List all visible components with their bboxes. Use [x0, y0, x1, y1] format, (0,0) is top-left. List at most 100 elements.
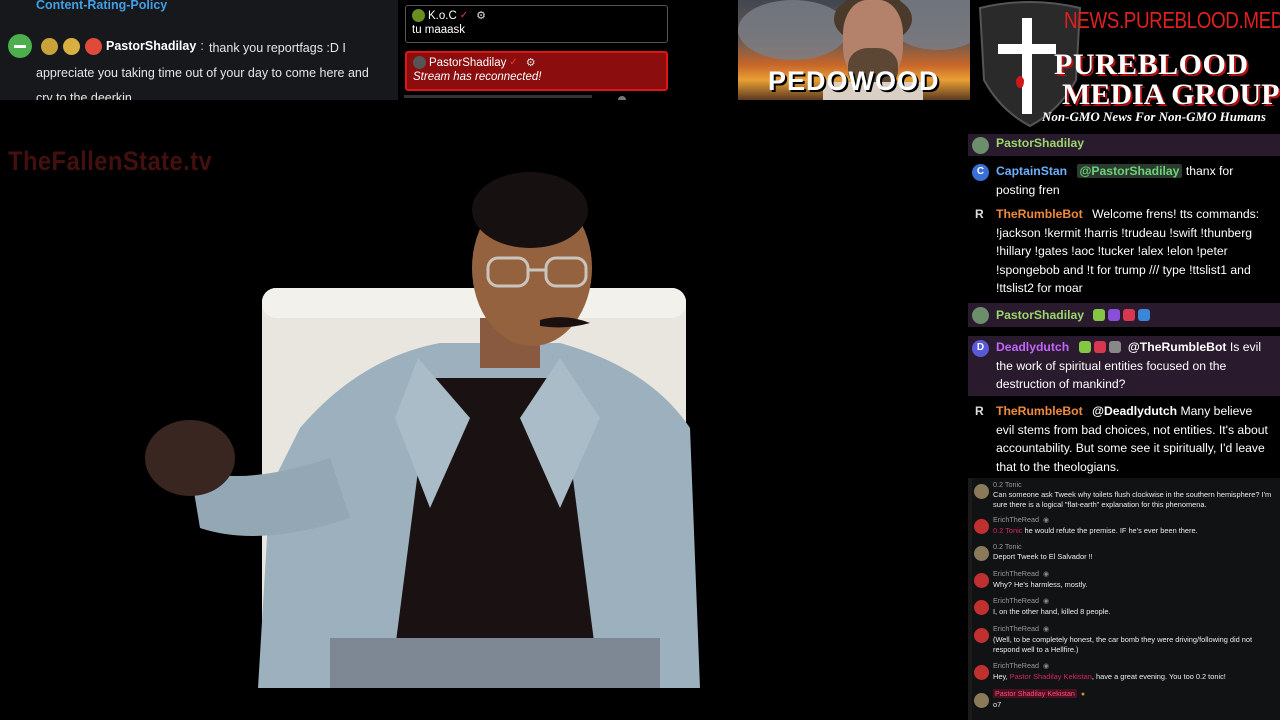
chat-mention[interactable]: @TheRumbleBot: [1128, 340, 1227, 354]
chat-message: ErichTheRead ◉ I, on the other hand, kill…: [968, 596, 1280, 617]
content-rating-policy-link[interactable]: Content-Rating-Policy: [36, 0, 167, 12]
eye-icon: ◉: [1042, 517, 1050, 524]
verified-check-icon: ✓: [509, 57, 518, 68]
user-avatar-icon: [974, 546, 989, 561]
user-avatar-icon: [974, 573, 989, 588]
eye-icon: ◉: [1042, 598, 1050, 605]
brand-banner: NEWS.PUREBLOOD.MEDIA PUREBLOOD MEDIA GRO…: [970, 0, 1280, 128]
user-avatar-icon: D: [972, 340, 989, 357]
chat-message: PastorShadilay: [968, 303, 1280, 327]
rumble-logo-icon: R: [975, 207, 984, 221]
chat-text: , have a great evening. You too 0.2 toni…: [1091, 672, 1226, 681]
notification-text: Stream has reconnected!: [413, 71, 542, 83]
badge-icon: [85, 37, 102, 55]
eye-icon: ◉: [1042, 571, 1050, 578]
overlay-chat-separator: :: [200, 39, 204, 53]
chat-message: 0.2 Tonic Can someone ask Tweek why toil…: [968, 480, 1280, 510]
chat-text: Can someone ask Tweek why toilets flush …: [993, 490, 1272, 509]
eye-icon: ◉: [1042, 626, 1050, 633]
chat-username[interactable]: 0.2 Tonic: [993, 542, 1280, 552]
chat-message: Pastor Shadilay Kekistan ● o7: [968, 689, 1280, 710]
rumble-logo-icon: R: [975, 404, 984, 418]
promo-thumbnail[interactable]: PEDOWOOD: [738, 0, 970, 100]
notification-username: PastorShadilay: [429, 56, 507, 69]
chat-text: (Well, to be completely honest, the car …: [993, 635, 1253, 654]
badge-icon: [1093, 309, 1106, 321]
notification-progress-bar: [404, 95, 592, 98]
user-avatar-icon: C: [972, 164, 989, 181]
chat-username[interactable]: ErichTheRead: [993, 624, 1039, 633]
chat-message: PastorShadilay: [968, 134, 1280, 156]
notification-text: tu maaask: [412, 24, 466, 36]
eye-icon: ◉: [1042, 663, 1050, 670]
notification-indicator: [618, 96, 626, 100]
chat-message: R TheRumbleBot @Deadlydutch Many believe…: [968, 402, 1280, 476]
overlay-chat-panel: Content-Rating-Policy thank you reportfa…: [0, 0, 398, 100]
thumbnail-caption: PEDOWOOD: [768, 66, 940, 96]
chat-username[interactable]: TheRumbleBot: [996, 207, 1083, 221]
brand-tagline: Non-GMO News For Non-GMO Humans: [1042, 109, 1266, 124]
user-avatar-icon: [413, 56, 426, 69]
chat-username[interactable]: ErichTheRead: [993, 661, 1039, 670]
chat-username[interactable]: ErichTheRead: [993, 596, 1039, 605]
user-avatar-icon: [974, 600, 989, 615]
chat-text: he would refute the premise. IF he's eve…: [1024, 526, 1198, 535]
user-avatar-icon: [974, 665, 989, 680]
chat-username[interactable]: ErichTheRead: [993, 515, 1039, 524]
user-avatar-icon: [972, 137, 989, 154]
notification-username: K.o.C: [428, 9, 457, 22]
overlay-chat-message: thank you reportfags :D I appreciate you…: [8, 34, 388, 100]
chat-text: I, on the other hand, killed 8 people.: [993, 607, 1111, 616]
badge-icon: [1108, 309, 1121, 321]
chat-username[interactable]: PastorShadilay: [996, 136, 1084, 150]
badge-icon: [1138, 309, 1151, 321]
badge-icon: [1123, 309, 1136, 321]
badge-icon: [63, 37, 80, 55]
gear-icon[interactable]: ⚙: [526, 56, 536, 69]
notification-stack: K.o.C ✓ ⚙ tu maaask PastorShadilay ✓ ⚙ S…: [400, 0, 738, 100]
badge-icon: ●: [1080, 691, 1086, 698]
rumble-chat-panel: PastorShadilay C CaptainStan @PastorShad…: [968, 128, 1280, 478]
notification-card: K.o.C ✓ ⚙ tu maaask: [405, 5, 668, 43]
chat-mention[interactable]: Pastor Shadilay Kekistan: [1010, 672, 1092, 681]
chat-message: ErichTheRead ◉ Hey, Pastor Shadilay Kekis…: [968, 661, 1280, 682]
user-avatar-icon: [974, 693, 989, 708]
chat-username[interactable]: CaptainStan: [996, 164, 1067, 178]
chat-username[interactable]: Deadlydutch: [996, 340, 1069, 354]
overlay-chat-username[interactable]: PastorShadilay: [106, 39, 196, 53]
notification-card-alert: PastorShadilay ✓ ⚙ Stream has reconnecte…: [405, 51, 668, 91]
badge-icon: [1078, 341, 1091, 353]
chat-message: ErichTheRead ◉ Why? He's harmless, mostly…: [968, 569, 1280, 590]
badge-icon: [1093, 341, 1106, 353]
badge-icon: [1108, 341, 1121, 353]
stream-screen: TheFallenState.tv Content-Rating-Policy …: [0, 0, 1280, 720]
chat-message: D Deadlydutch @TheRumbleBot Is evil the …: [968, 336, 1280, 396]
chat-message: ErichTheRead ◉ 0.2 Tonic he would refute …: [968, 515, 1280, 536]
user-avatar-icon: [412, 9, 425, 22]
thumbnail-smoke: [738, 0, 848, 60]
chat-username[interactable]: TheRumbleBot: [996, 404, 1083, 418]
chat-text: o7: [993, 700, 1002, 709]
verified-check-icon: ✓: [459, 10, 469, 21]
user-avatar-icon: [974, 484, 989, 499]
chat-username[interactable]: ErichTheRead: [993, 569, 1039, 578]
gear-icon[interactable]: ⚙: [476, 9, 486, 22]
video-player[interactable]: [0, 128, 968, 720]
brand-name-line1: PUREBLOOD: [1054, 48, 1249, 81]
chat-username[interactable]: PastorShadilay: [996, 308, 1084, 322]
chat-username[interactable]: Pastor Shadilay Kekistan: [993, 689, 1077, 698]
chat-message: ErichTheRead ◉ (Well, to be completely ho…: [968, 624, 1280, 655]
chat-mention[interactable]: @PastorShadilay: [1076, 164, 1183, 178]
chat-message: 0.2 Tonic Deport Tweek to El Salvador !!: [968, 542, 1280, 562]
user-avatar-icon: [8, 34, 32, 58]
chat-username[interactable]: 0.2 Tonic: [993, 480, 1280, 490]
chat-mention[interactable]: @Deadlydutch: [1092, 404, 1177, 418]
secondary-chat-panel: 0.2 Tonic Can someone ask Tweek why toil…: [968, 478, 1280, 720]
chat-mention[interactable]: 0.2 Tonic: [993, 526, 1022, 535]
user-avatar-icon: [974, 519, 989, 534]
chat-text: Why? He's harmless, mostly.: [993, 580, 1088, 589]
chat-text-prefix: Hey,: [993, 672, 1008, 681]
video-frame-image: [145, 172, 700, 688]
chat-message: C CaptainStan @PastorShadilay thanx for …: [968, 162, 1280, 199]
brand-url: NEWS.PUREBLOOD.MEDIA: [1064, 7, 1280, 33]
